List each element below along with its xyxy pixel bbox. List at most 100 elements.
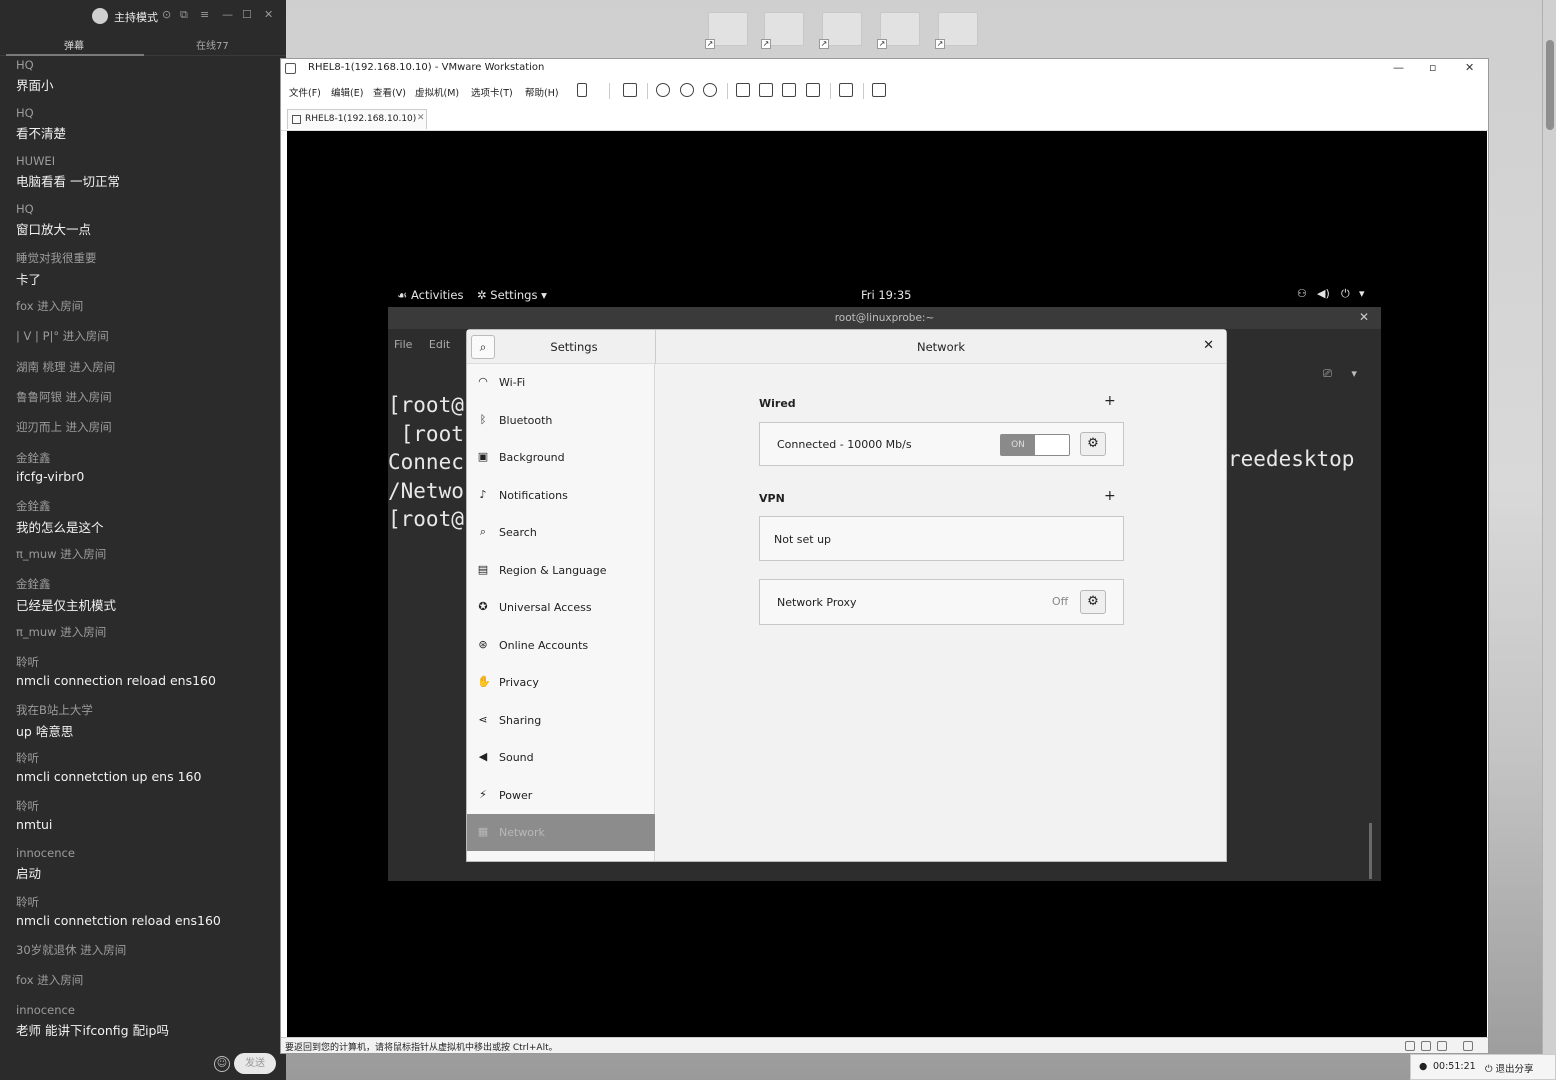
chat-username[interactable]: 迎刃而上 进入房间 bbox=[16, 419, 276, 435]
desktop-shortcut-icon[interactable]: ↗ bbox=[761, 12, 804, 49]
tab-rhel8-vm[interactable]: RHEL8-1(192.168.10.10) ✕ bbox=[287, 109, 427, 129]
message-list[interactable]: HQ 界面小 HQ 看不清楚 HUWEI 电脑看看 一切正常 HQ 窗口放大一点 睡觉对我很重要… bbox=[0, 56, 286, 1046]
wired-toggle-switch[interactable]: ON bbox=[1000, 434, 1070, 456]
maximize-icon[interactable]: ▫ bbox=[1429, 61, 1436, 74]
chat-username[interactable]: fox 进入房间 bbox=[16, 298, 276, 314]
terminal-menu-edit[interactable]: Edit bbox=[429, 338, 450, 351]
send-ctrl-alt-del-icon[interactable] bbox=[623, 83, 637, 97]
chevron-down-icon[interactable]: ▾ bbox=[1359, 287, 1365, 300]
refresh-icon[interactable]: ⊙ bbox=[162, 8, 171, 21]
close-icon[interactable]: ✕ bbox=[264, 8, 273, 21]
power-menu-icon[interactable]: ⏻ bbox=[1341, 287, 1350, 301]
sidebar-item-privacy[interactable]: ✋ Privacy bbox=[467, 664, 655, 701]
add-vpn-button[interactable]: + bbox=[1104, 488, 1116, 504]
chat-username[interactable]: 聆听 bbox=[16, 654, 276, 670]
emoji-icon[interactable]: ☺ bbox=[214, 1056, 230, 1072]
sidebar-item-background[interactable]: ▣ Background bbox=[467, 439, 655, 476]
maximize-icon[interactable]: ☐ bbox=[242, 8, 252, 21]
minimize-icon[interactable]: — bbox=[222, 8, 233, 21]
scrollbar-thumb[interactable] bbox=[1546, 40, 1554, 130]
chat-username[interactable]: HQ bbox=[16, 202, 276, 216]
app-menu[interactable]: ✲ Settings ▾ bbox=[477, 288, 547, 302]
sidebar-item-network[interactable]: ▦ Network bbox=[467, 814, 655, 851]
sidebar-item-search[interactable]: ⌕ Search bbox=[467, 514, 655, 551]
revert-snapshot-icon[interactable] bbox=[680, 83, 694, 97]
chat-username[interactable]: fox 进入房间 bbox=[16, 972, 276, 988]
exit-share-button[interactable]: ⏻ 退出分享 bbox=[1485, 1061, 1534, 1075]
search-button[interactable]: ⌕ bbox=[471, 335, 495, 359]
menu-edit[interactable]: 编辑(E) bbox=[331, 85, 363, 99]
sidebar-item-universal-access[interactable]: ✪ Universal Access bbox=[467, 589, 655, 626]
chat-username[interactable]: π_muw 进入房间 bbox=[16, 624, 276, 640]
menu-vm[interactable]: 虚拟机(M) bbox=[415, 85, 459, 99]
minimize-icon[interactable]: — bbox=[1393, 61, 1404, 74]
chat-username[interactable]: 金銓鑫 bbox=[16, 498, 276, 514]
sidebar-item-sharing[interactable]: ⋖ Sharing bbox=[467, 702, 655, 739]
activities-button[interactable]: ☙ Activities bbox=[397, 288, 463, 302]
add-wired-button[interactable]: + bbox=[1104, 393, 1116, 409]
terminal-profile-icon[interactable]: ⎚ bbox=[1323, 367, 1332, 380]
close-icon[interactable]: ✕ bbox=[1359, 310, 1369, 324]
sidebar-item-wi-fi[interactable]: ◠ Wi-Fi bbox=[467, 364, 655, 401]
desktop-shortcut-icon[interactable]: ↗ bbox=[877, 12, 920, 49]
chat-username[interactable]: 鲁鲁阿银 进入房间 bbox=[16, 389, 276, 405]
network-status-icon[interactable]: ⚇ bbox=[1297, 287, 1307, 300]
chat-username[interactable]: innocence bbox=[16, 846, 276, 860]
chat-username[interactable]: 湖南 桃理 进入房间 bbox=[16, 359, 276, 375]
network-proxy-row[interactable]: Network Proxy Off ⚙ bbox=[759, 579, 1124, 625]
popout-icon[interactable]: ⧉ bbox=[180, 8, 188, 22]
desktop-shortcut-icon[interactable]: ↗ bbox=[935, 12, 978, 49]
chat-username[interactable]: HUWEI bbox=[16, 154, 276, 168]
close-icon[interactable]: ✕ bbox=[1203, 338, 1214, 353]
chat-username[interactable]: 30岁就退休 进入房间 bbox=[16, 942, 276, 958]
terminal-scrollbar[interactable] bbox=[1369, 823, 1372, 879]
menu-view[interactable]: 查看(V) bbox=[373, 85, 406, 99]
chat-username[interactable]: | V | P|° 进入房间 bbox=[16, 328, 276, 344]
sidebar-item-bluetooth[interactable]: ᛒ Bluetooth bbox=[467, 402, 655, 439]
sidebar-item-power[interactable]: ⚡ Power bbox=[467, 777, 655, 814]
menu-icon[interactable]: ≡ bbox=[200, 8, 209, 21]
sidebar-item-notifications[interactable]: ♪ Notifications bbox=[467, 477, 655, 514]
menu-help[interactable]: 帮助(H) bbox=[525, 85, 559, 99]
full-screen-icon[interactable] bbox=[782, 83, 796, 97]
terminal-header[interactable]: root@linuxprobe:~ ✕ bbox=[388, 307, 1381, 329]
console-icon[interactable] bbox=[839, 83, 853, 97]
desktop-scrollbar[interactable] bbox=[1542, 0, 1556, 1060]
chat-username[interactable]: 金銓鑫 bbox=[16, 450, 276, 466]
tab-danmaku[interactable]: 弹幕 bbox=[64, 37, 84, 52]
chat-username[interactable]: HQ bbox=[16, 58, 276, 72]
chat-username[interactable]: 聆听 bbox=[16, 798, 276, 814]
wired-settings-button[interactable]: ⚙ bbox=[1080, 432, 1106, 456]
chevron-down-icon[interactable]: ▾ bbox=[1351, 367, 1357, 380]
proxy-settings-button[interactable]: ⚙ bbox=[1080, 590, 1106, 614]
sidebar-item-sound[interactable]: ◀ Sound bbox=[467, 739, 655, 776]
vmware-titlebar[interactable]: RHEL8-1(192.168.10.10) - VMware Workstat… bbox=[281, 59, 1488, 79]
stretch-view-icon[interactable] bbox=[872, 83, 886, 97]
chat-username[interactable]: 聆听 bbox=[16, 750, 276, 766]
chat-username[interactable]: innocence bbox=[16, 1003, 276, 1017]
chat-username[interactable]: HQ bbox=[16, 106, 276, 120]
unity-icon[interactable] bbox=[806, 83, 820, 97]
show-library-icon[interactable] bbox=[736, 83, 750, 97]
pause-icon[interactable] bbox=[577, 83, 587, 97]
menu-file[interactable]: 文件(F) bbox=[289, 85, 321, 99]
message-log-icon[interactable] bbox=[1463, 1041, 1473, 1051]
vm-display[interactable]: ☙ Activities ✲ Settings ▾ Fri 19:35 ⚇ ◀)… bbox=[287, 131, 1487, 1037]
volume-icon[interactable]: ◀) bbox=[1317, 287, 1330, 300]
cdrom-icon[interactable] bbox=[1421, 1041, 1431, 1051]
close-icon[interactable]: ✕ bbox=[1465, 61, 1474, 74]
terminal-menu-file[interactable]: File bbox=[394, 338, 412, 351]
chat-username[interactable]: 金銓鑫 bbox=[16, 576, 276, 592]
desktop-shortcut-icon[interactable]: ↗ bbox=[705, 12, 748, 49]
chat-username[interactable]: 我在B站上大学 bbox=[16, 702, 276, 718]
sidebar-item-online-accounts[interactable]: ⊛ Online Accounts bbox=[467, 627, 655, 664]
snapshot-manager-icon[interactable] bbox=[703, 83, 717, 97]
chat-username[interactable]: 聆听 bbox=[16, 894, 276, 910]
clock[interactable]: Fri 19:35 bbox=[861, 288, 912, 302]
snapshot-icon[interactable] bbox=[656, 83, 670, 97]
menu-tabs[interactable]: 选项卡(T) bbox=[471, 85, 513, 99]
desktop-shortcut-icon[interactable]: ↗ bbox=[819, 12, 862, 49]
tab-online[interactable]: 在线77 bbox=[196, 37, 229, 52]
send-button[interactable]: 发送 bbox=[234, 1053, 276, 1074]
chat-username[interactable]: π_muw 进入房间 bbox=[16, 546, 276, 562]
